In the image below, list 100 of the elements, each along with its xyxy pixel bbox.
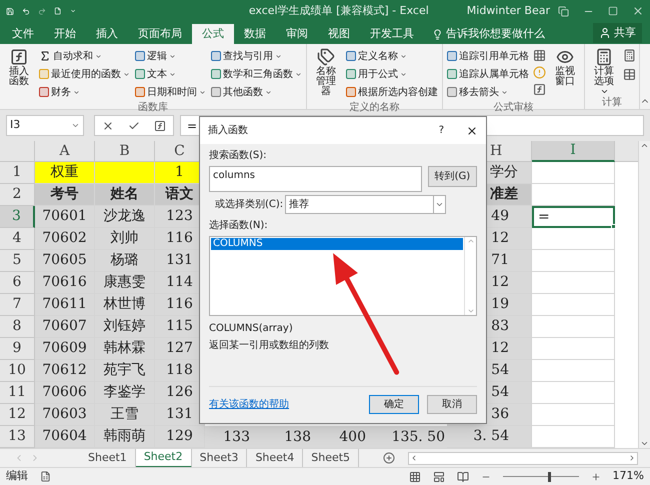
- ribbon-large-button[interactable]: 名称管理器: [310, 47, 342, 101]
- table-icon[interactable]: [623, 68, 636, 81]
- page-layout-icon[interactable]: [432, 470, 445, 482]
- ribbon-button[interactable]: 数学和三角函数: [210, 65, 303, 83]
- tell-me-search[interactable]: 告诉我你想要做什么: [424, 24, 553, 44]
- ribbon-button[interactable]: 其他函数: [210, 83, 303, 101]
- ribbon-button[interactable]: 用于公式: [345, 65, 439, 83]
- page-break-icon[interactable]: [456, 470, 469, 482]
- table-cell: [95, 162, 155, 184]
- row-header[interactable]: 3: [0, 206, 35, 228]
- function-icon[interactable]: [154, 120, 166, 132]
- sum-icon: [39, 50, 51, 62]
- fill-handle[interactable]: [611, 224, 616, 229]
- help-button[interactable]: ?: [438, 123, 444, 138]
- new-file-icon[interactable]: [54, 5, 62, 17]
- field-label: 搜索函数(S):: [209, 148, 268, 163]
- ribbon-button[interactable]: 自动求和: [38, 47, 131, 65]
- row-header[interactable]: 2: [0, 184, 35, 206]
- group-label: 计算: [601, 96, 623, 110]
- enter-icon[interactable]: [128, 120, 140, 132]
- column-header[interactable]: A: [35, 141, 95, 162]
- search-field[interactable]: columns: [209, 166, 422, 192]
- ok-button[interactable]: 确定: [369, 395, 419, 414]
- scroll-down-icon[interactable]: [640, 439, 649, 448]
- ribbon-button[interactable]: 文本: [134, 65, 207, 83]
- share-button[interactable]: 共享: [593, 23, 642, 43]
- help-link[interactable]: 有关该函数的帮助: [209, 397, 289, 412]
- row-header[interactable]: 10: [0, 360, 35, 382]
- caret-icon: [71, 121, 80, 130]
- ribbon-tab[interactable]: 开始: [44, 24, 86, 44]
- close-icon[interactable]: [466, 124, 478, 136]
- table-cell: 129: [155, 426, 205, 448]
- ribbon-button[interactable]: 财务: [38, 83, 131, 101]
- maximize-icon[interactable]: [608, 6, 618, 16]
- cancel-icon[interactable]: [102, 120, 114, 132]
- ribbon-button[interactable]: 追踪从属单元格: [446, 65, 530, 83]
- zoom-in-icon[interactable]: [590, 472, 601, 482]
- table-cell: 70607: [35, 316, 95, 338]
- category-select[interactable]: 推荐: [285, 195, 446, 214]
- ribbon-button[interactable]: 移去箭头: [446, 83, 530, 101]
- ribbon-button[interactable]: 逻辑: [134, 47, 207, 65]
- ribbon-tab[interactable]: 文件: [2, 24, 44, 44]
- row-header[interactable]: 9: [0, 338, 35, 360]
- lightbulb-icon: [432, 28, 443, 40]
- window-title: excel学生成绩单 [兼容模式] - Excel: [248, 2, 429, 19]
- caret-icon: [275, 52, 282, 60]
- ribbon-tab[interactable]: 公式: [192, 24, 234, 44]
- ribbon-large-button[interactable]: 监视窗口: [549, 47, 581, 101]
- ribbon-tab[interactable]: 视图: [318, 24, 360, 44]
- scroll-left-icon[interactable]: [410, 454, 418, 462]
- scroll-right-icon[interactable]: [628, 454, 636, 462]
- row-header[interactable]: 5: [0, 250, 35, 272]
- ribbon-button[interactable]: 追踪引用单元格: [446, 47, 530, 65]
- row-header[interactable]: 7: [0, 294, 35, 316]
- vertical-scrollbar[interactable]: [638, 141, 650, 448]
- ribbon-button[interactable]: 根据所选内容创建: [345, 83, 439, 101]
- table-cell: 刘帅: [95, 228, 155, 250]
- zoom-slider[interactable]: [502, 472, 579, 482]
- row-header[interactable]: 6: [0, 272, 35, 294]
- row-header[interactable]: 1: [0, 162, 35, 184]
- calculator-icon[interactable]: [623, 49, 636, 62]
- function-list-item[interactable]: COLUMNS: [211, 238, 463, 250]
- ribbon-large-button[interactable]: 计算选项: [588, 47, 620, 96]
- function-icon[interactable]: [533, 83, 546, 96]
- column-header[interactable]: I: [532, 141, 615, 162]
- row-header[interactable]: 13: [0, 426, 35, 448]
- column-header[interactable]: B: [95, 141, 155, 162]
- table-cell: 138: [252, 426, 313, 448]
- row-header[interactable]: 12: [0, 404, 35, 426]
- ribbon-tab[interactable]: 开发工具: [360, 24, 424, 44]
- sheet-tab[interactable]: Sheet2: [136, 448, 192, 468]
- ribbon-button[interactable]: 最近使用的函数: [38, 65, 131, 83]
- user-icon: [599, 27, 611, 39]
- ribbon-tab[interactable]: 页面布局: [128, 24, 192, 44]
- scroll-up-icon[interactable]: [640, 141, 649, 150]
- ribbon-large-button[interactable]: 插入函数: [3, 47, 35, 101]
- ribbon-button[interactable]: 查找与引用: [210, 47, 303, 65]
- ribbon-tab[interactable]: 插入: [86, 24, 128, 44]
- caret-icon: [73, 88, 80, 96]
- active-cell: =: [532, 206, 615, 228]
- zoom-reading: 171%: [612, 468, 644, 484]
- go-button[interactable]: 转到(G): [428, 166, 477, 187]
- horizontal-scrollbar[interactable]: [408, 452, 638, 464]
- row-header[interactable]: 8: [0, 316, 35, 338]
- cancel-button[interactable]: 取消: [427, 395, 477, 414]
- table-cell: 刘钰婷: [95, 316, 155, 338]
- caret-icon: [199, 88, 206, 96]
- slider-thumb[interactable]: [548, 472, 552, 482]
- add-sheet-icon[interactable]: [383, 452, 396, 464]
- function-list[interactable]: COLUMNS: [209, 236, 477, 316]
- normal-view-icon[interactable]: [408, 470, 421, 482]
- name-box[interactable]: I3: [6, 115, 84, 136]
- table-cell: 70606: [35, 382, 95, 404]
- ribbon-tab[interactable]: 数据: [234, 24, 276, 44]
- ribbon-button[interactable]: 日期和时间: [134, 83, 207, 101]
- row-header[interactable]: 4: [0, 228, 35, 250]
- ribbon-button[interactable]: 定义名称: [345, 47, 439, 65]
- ribbon-tab[interactable]: 审阅: [276, 24, 318, 44]
- row-header[interactable]: 11: [0, 382, 35, 404]
- table-cell: 70616: [35, 272, 95, 294]
